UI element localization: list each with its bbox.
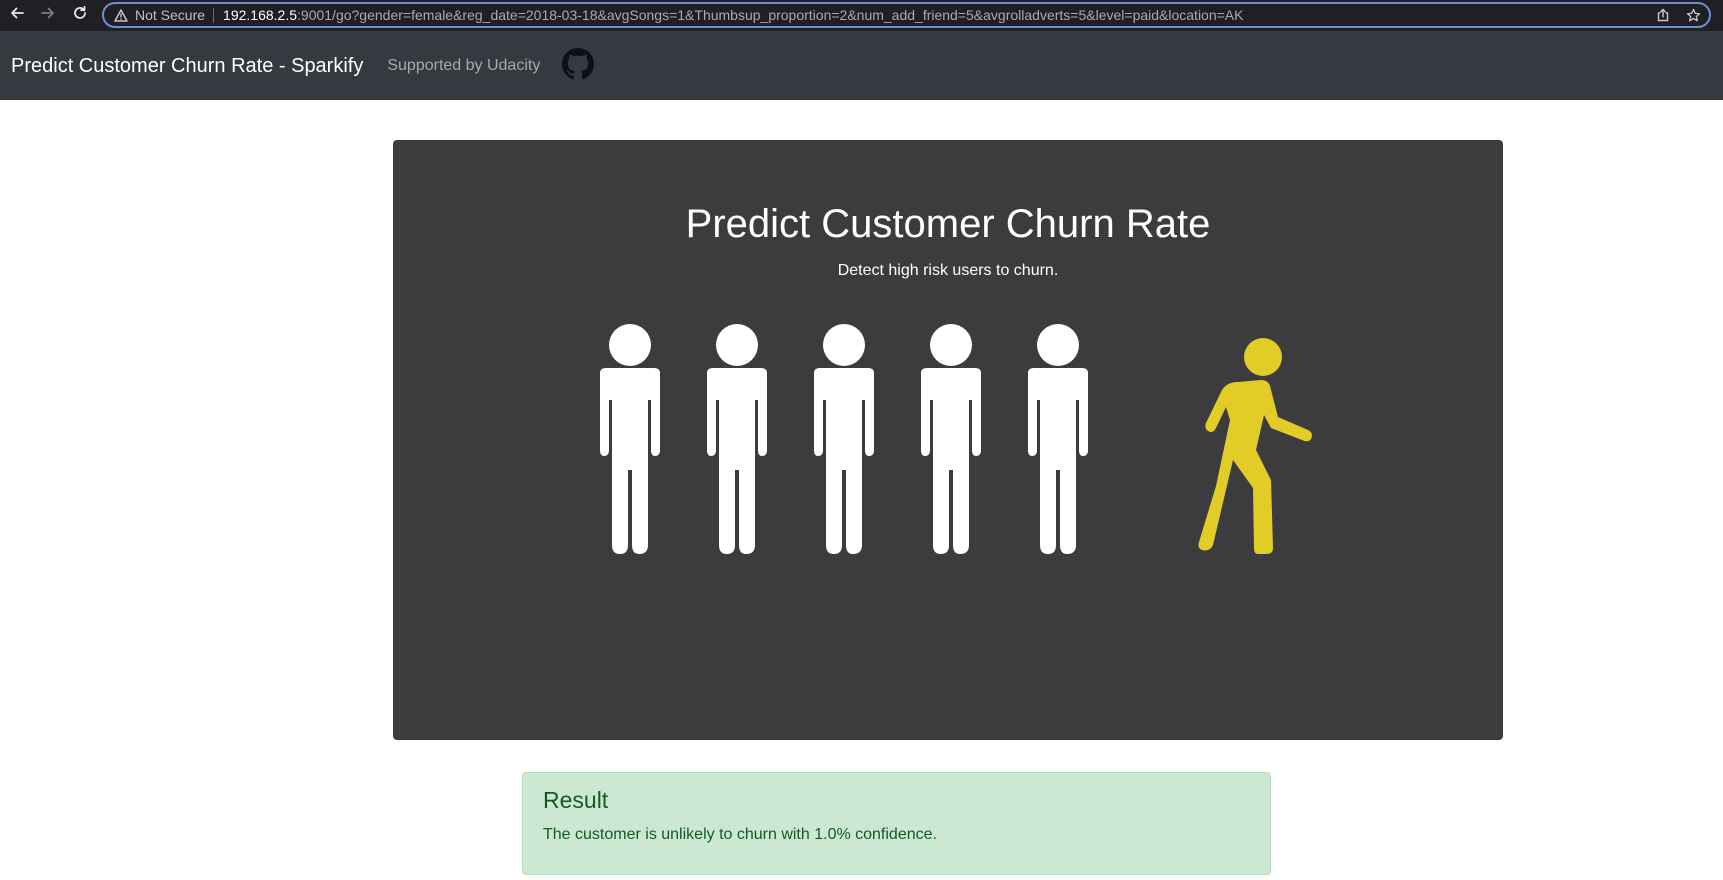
address-bar[interactable]: Not Secure 192.168.2.5 :9001/go?gender=f… <box>102 2 1711 28</box>
hero-jumbotron: Predict Customer Churn Rate Detect high … <box>393 140 1503 740</box>
forward-button[interactable] <box>33 0 63 30</box>
standing-person-3 <box>814 324 874 554</box>
address-divider <box>213 7 215 23</box>
reload-icon <box>72 5 88 26</box>
security-label[interactable]: Not Secure <box>135 7 205 23</box>
navbar-brand[interactable]: Predict Customer Churn Rate - Sparkify <box>11 55 363 78</box>
standing-person-4 <box>921 324 981 554</box>
page-title: Predict Customer Churn Rate <box>685 202 1211 246</box>
udacity-link[interactable]: Supported by Udacity <box>387 57 540 75</box>
standing-person-1 <box>600 324 660 554</box>
result-heading: Result <box>543 787 609 813</box>
arrow-left-icon <box>9 5 25 26</box>
url-path: :9001/go?gender=female&reg_date=2018-03-… <box>297 7 1244 23</box>
url-host: 192.168.2.5 <box>223 7 298 23</box>
top-navbar: Predict Customer Churn Rate - Sparkify S… <box>0 32 1723 100</box>
result-message: The customer is unlikely to churn with 1… <box>543 826 937 843</box>
share-icon[interactable] <box>1655 7 1671 23</box>
standing-person-2 <box>707 324 767 554</box>
standing-person-5 <box>1028 324 1088 554</box>
github-link[interactable] <box>562 47 595 85</box>
github-icon <box>562 47 595 85</box>
page-subtitle: Detect high risk users to churn. <box>837 262 1059 279</box>
result-alert: Result The customer is unlikely to churn… <box>522 772 1271 875</box>
back-button[interactable] <box>2 0 32 30</box>
browser-toolbar: Not Secure 192.168.2.5 :9001/go?gender=f… <box>0 0 1723 32</box>
bookmark-star-icon[interactable] <box>1685 7 1701 23</box>
arrow-right-icon <box>40 5 56 26</box>
warning-icon[interactable] <box>114 8 128 22</box>
churn-illustration <box>600 324 1312 554</box>
reload-button[interactable] <box>65 0 95 30</box>
walking-person <box>1198 338 1312 554</box>
